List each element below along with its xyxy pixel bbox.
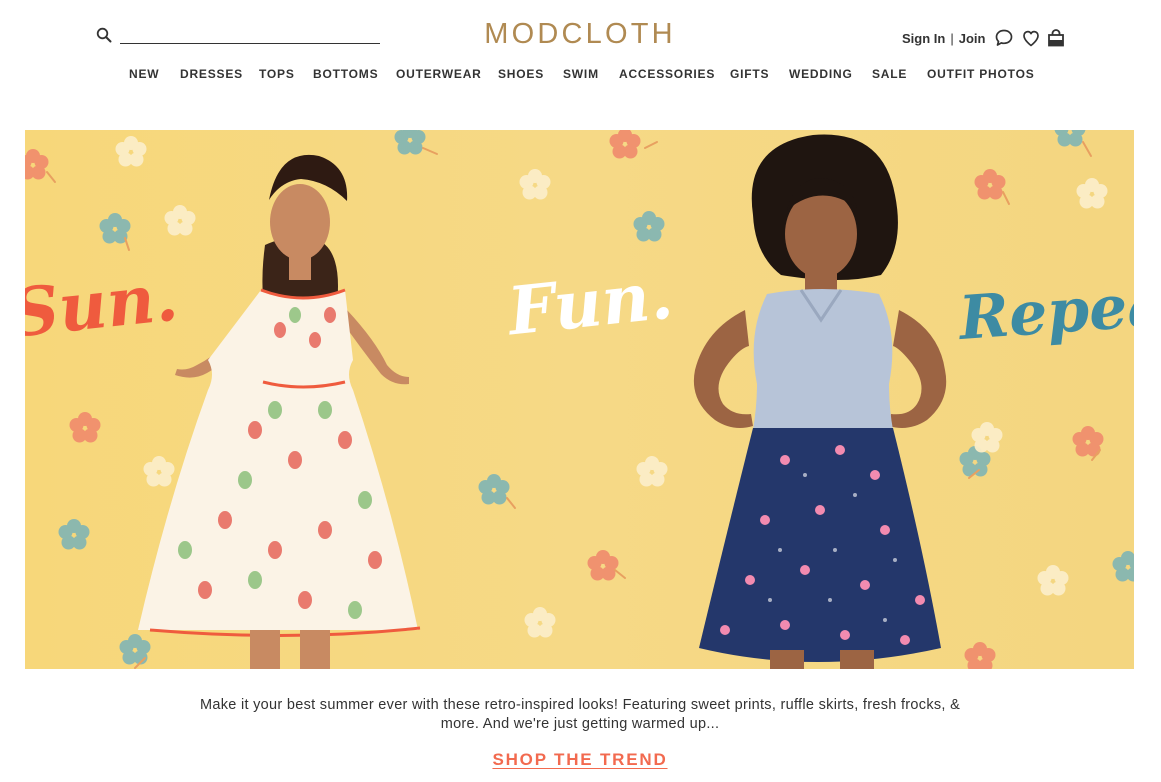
nav-item-accessories[interactable]: ACCESSORIES	[619, 66, 715, 82]
nav-item-outerwear[interactable]: OUTERWEAR	[396, 66, 482, 82]
chat-icon[interactable]	[994, 28, 1014, 48]
search-icon[interactable]	[96, 27, 112, 43]
hero-word-fun: Fun.	[504, 255, 677, 351]
account-separator: |	[950, 30, 954, 46]
promo-blurb: Make it your best summer ever with these…	[199, 697, 961, 732]
nav-item-wedding[interactable]: WEDDING	[789, 66, 853, 82]
join-link[interactable]: Join	[959, 31, 986, 46]
bag-icon[interactable]	[1046, 28, 1066, 48]
heart-icon[interactable]	[1021, 28, 1041, 48]
hero-word-sun: Sun.	[25, 257, 182, 353]
nav-item-shoes[interactable]: SHOES	[498, 66, 544, 82]
nav-item-bottoms[interactable]: BOTTOMS	[313, 66, 378, 82]
hero-illustration	[25, 130, 1134, 669]
search-bar	[96, 26, 380, 46]
sign-in-link[interactable]: Sign In	[902, 31, 945, 46]
nav-item-dresses[interactable]: DRESSES	[180, 66, 243, 82]
hero-banner[interactable]: Sun. Fun. Repeat!	[25, 130, 1134, 669]
nav-item-gifts[interactable]: GIFTS	[730, 66, 769, 82]
nav-item-new[interactable]: NEW	[129, 66, 159, 82]
nav-item-tops[interactable]: TOPS	[259, 66, 295, 82]
shop-the-trend-link[interactable]: SHOP THE TREND	[430, 750, 730, 770]
nav-item-outfit-photos[interactable]: OUTFIT PHOTOS	[927, 66, 1035, 82]
nav-item-sale[interactable]: SALE	[872, 66, 907, 82]
search-input[interactable]	[120, 26, 380, 44]
model-right	[693, 134, 947, 669]
modcloth-logo[interactable]: MODCLOTH	[466, 17, 694, 51]
account-links: Sign In | Join	[902, 30, 985, 46]
main-nav: NEW DRESSES TOPS BOTTOMS OUTERWEAR SHOES…	[0, 66, 1161, 82]
nav-item-swim[interactable]: SWIM	[563, 66, 599, 82]
